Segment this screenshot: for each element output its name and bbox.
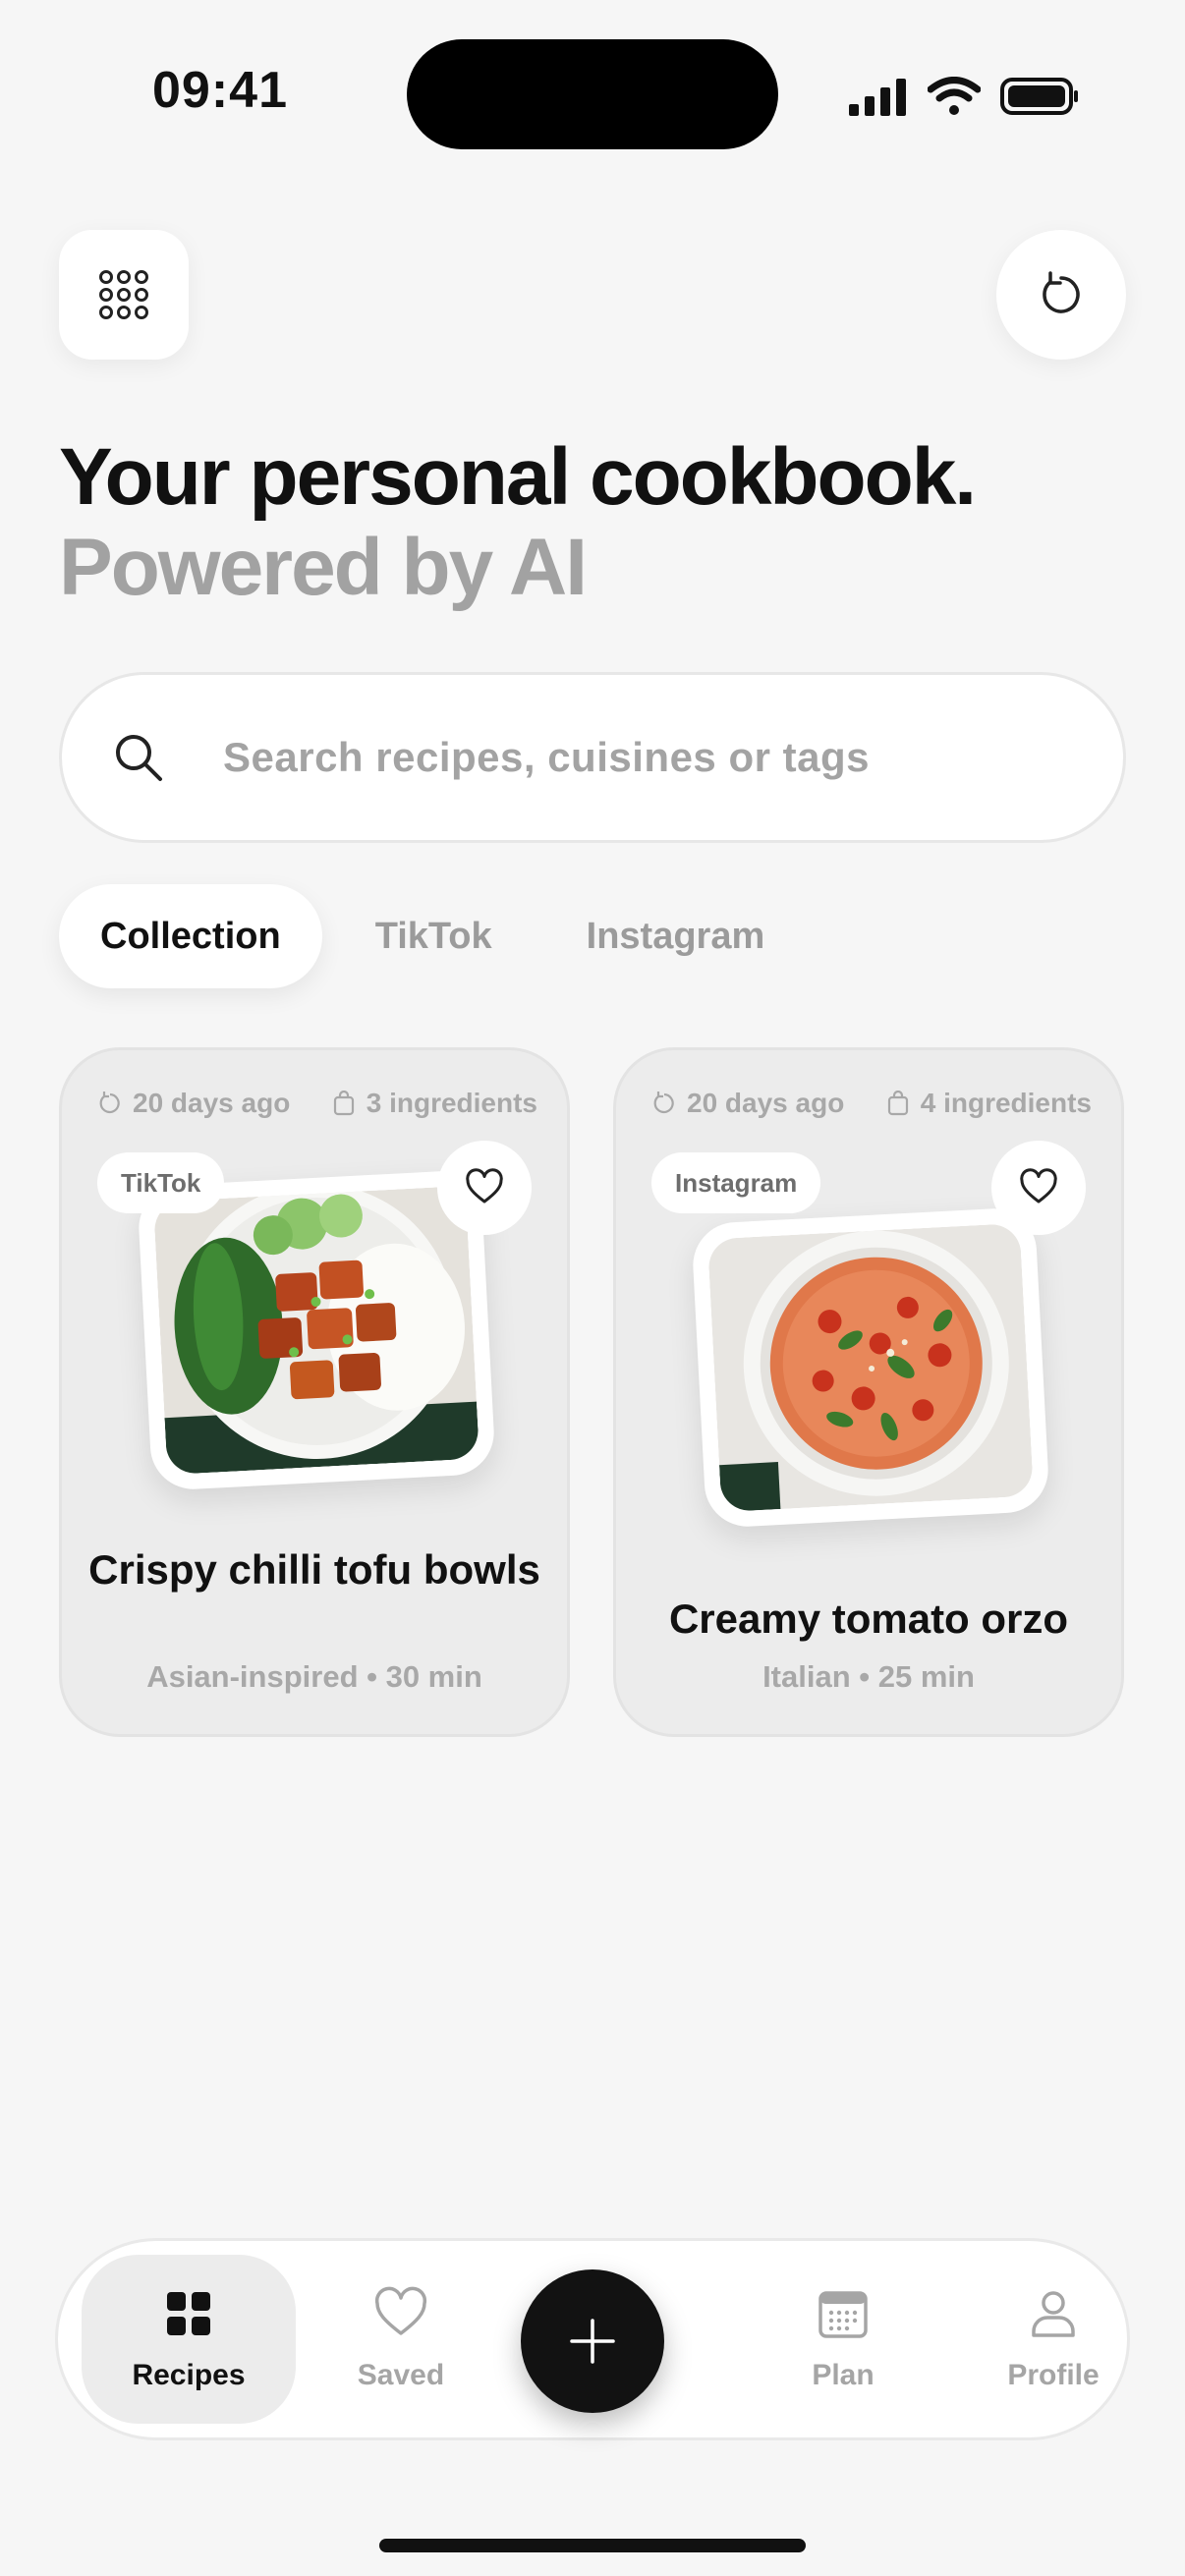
source-tabs: Collection TikTok Instagram: [59, 884, 806, 988]
recipe-title: Crispy chilli tofu bowls: [88, 1546, 540, 1593]
signal-icon: [849, 79, 906, 116]
nav-saved-label: Saved: [357, 2359, 445, 2391]
home-indicator: [379, 2539, 806, 2552]
recipe-subtitle: Asian-inspired • 30 min: [146, 1659, 482, 1694]
favorite-button[interactable]: [991, 1141, 1086, 1235]
recipe-card[interactable]: 20 days ago 3 ingredients TikTok Crispy …: [59, 1047, 570, 1737]
heart-icon: [374, 2286, 427, 2335]
orzo-bowl-image: [706, 1222, 1035, 1513]
recipe-meta: 20 days ago 4 ingredients: [651, 1088, 1092, 1119]
nav-recipes[interactable]: Recipes: [82, 2255, 296, 2424]
favorite-button[interactable]: [437, 1141, 532, 1235]
calendar-icon: [818, 2291, 868, 2338]
recipe-title: Creamy tomato orzo: [668, 1596, 1069, 1642]
bag-icon: [333, 1091, 354, 1116]
status-time: 09:41: [152, 62, 288, 119]
recipe-subtitle: Italian • 25 min: [762, 1659, 975, 1694]
add-recipe-button[interactable]: [521, 2269, 664, 2413]
headline-line-2: Powered by AI: [59, 523, 588, 612]
search-input[interactable]: Search recipes, cuisines or tags: [59, 672, 1126, 843]
recipe-time-ago: 20 days ago: [133, 1088, 291, 1118]
recipe-card[interactable]: 20 days ago 4 ingredients Instagram Crea…: [613, 1047, 1124, 1737]
search-placeholder: Search recipes, cuisines or tags: [223, 734, 870, 780]
nav-plan-label: Plan: [812, 2359, 875, 2391]
page-headline: Your personal cookbook. Powered by AI: [59, 432, 977, 613]
dynamic-island: [407, 39, 778, 149]
battery-icon: [1000, 78, 1078, 115]
wifi-icon: [928, 77, 981, 115]
tab-tiktok[interactable]: TikTok: [334, 884, 534, 988]
grid-icon: [167, 2292, 210, 2335]
nav-recipes-label: Recipes: [132, 2359, 246, 2391]
menu-button[interactable]: [59, 230, 189, 360]
tab-collection[interactable]: Collection: [59, 884, 322, 988]
refresh-button[interactable]: [996, 230, 1126, 360]
status-icons: [849, 73, 1079, 120]
person-icon: [1032, 2291, 1075, 2337]
refresh-icon: [1043, 271, 1080, 313]
heart-outline-icon: [1020, 1168, 1057, 1204]
plus-icon: [570, 2319, 615, 2364]
nav-plan[interactable]: Plan: [736, 2255, 950, 2424]
tab-instagram[interactable]: Instagram: [545, 884, 807, 988]
tofu-bowl-image: [152, 1185, 480, 1476]
history-icon: [99, 1092, 120, 1114]
recipe-time-ago: 20 days ago: [687, 1088, 845, 1118]
bag-icon: [887, 1091, 908, 1116]
source-badge: Instagram: [651, 1152, 821, 1213]
recipe-meta: 20 days ago 3 ingredients: [97, 1088, 537, 1119]
nav-profile-label: Profile: [1007, 2359, 1100, 2391]
recipe-photo: [691, 1206, 1050, 1529]
search-icon: [116, 735, 162, 781]
recipe-ingredients: 3 ingredients: [366, 1088, 537, 1118]
recipe-photo: [137, 1169, 496, 1491]
nav-saved[interactable]: Saved: [294, 2255, 508, 2424]
headline-line-1: Your personal cookbook.: [59, 432, 977, 522]
recipe-ingredients: 4 ingredients: [920, 1088, 1092, 1118]
heart-outline-icon: [466, 1168, 503, 1204]
nav-profile[interactable]: Profile: [946, 2255, 1160, 2424]
source-badge: TikTok: [97, 1152, 225, 1213]
grid-icon: [99, 270, 148, 319]
history-icon: [653, 1092, 674, 1114]
